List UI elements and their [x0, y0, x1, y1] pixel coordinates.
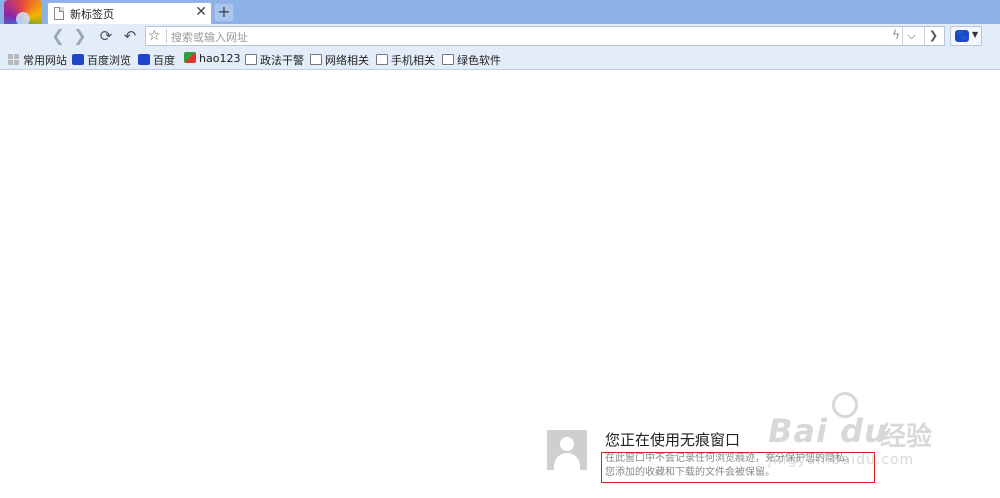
caret-down-icon: ▼ — [972, 30, 979, 39]
new-tab-button[interactable]: + — [214, 3, 234, 22]
undo-button[interactable]: ↶ — [120, 26, 140, 46]
bookmarks-bar: 常用网站 百度浏览 百度 hao123 政法干警 网络相关 手机相关 绿色软件 — [0, 48, 1000, 70]
incognito-title: 您正在使用无痕窗口 — [605, 431, 741, 449]
go-button[interactable]: ❯ — [924, 27, 942, 45]
grid-icon — [8, 54, 20, 65]
bookmark-item[interactable]: 常用网站 — [8, 52, 67, 67]
page-icon — [54, 7, 64, 20]
divider — [166, 29, 167, 43]
search-engine-selector[interactable]: 🐾 ▼ — [950, 26, 982, 46]
incognito-avatar-icon — [547, 430, 587, 470]
navigation-toolbar: ❮ ❯ ⟳ ↶ ☆ 搜索或输入网址 ϟ ⌵ ❯ 🐾 ▼ — [0, 24, 1000, 48]
hao123-icon — [184, 52, 196, 63]
back-button[interactable]: ❮ — [48, 26, 68, 46]
tab-title: 新标签页 — [70, 8, 114, 21]
baidu-paw-icon: 🐾 — [955, 30, 969, 42]
watermark-label: 经验 — [880, 422, 933, 452]
highlight-box — [601, 452, 875, 483]
title-bar: 新标签页 ✕ + — [0, 0, 1000, 38]
bookmark-folder[interactable]: 网络相关 — [310, 52, 369, 67]
baidu-paw-icon — [138, 54, 150, 65]
folder-icon — [442, 54, 454, 65]
folder-icon — [376, 54, 388, 65]
folder-icon — [245, 54, 257, 65]
address-input[interactable]: 搜索或输入网址 — [171, 29, 248, 45]
address-bar[interactable]: ☆ 搜索或输入网址 ϟ ⌵ ❯ — [145, 26, 945, 46]
star-icon[interactable]: ☆ — [148, 27, 161, 45]
forward-button[interactable]: ❯ — [70, 26, 90, 46]
bookmark-item[interactable]: 百度 — [138, 52, 175, 67]
bookmark-folder[interactable]: 绿色软件 — [442, 52, 501, 67]
folder-icon — [310, 54, 322, 65]
refresh-button[interactable]: ⟳ — [96, 26, 116, 46]
bookmark-item[interactable]: 百度浏览 — [72, 52, 131, 67]
tab-new-tab[interactable]: 新标签页 ✕ — [47, 2, 212, 24]
watermark-logo: Bai du — [768, 412, 888, 450]
bookmark-folder[interactable]: 手机相关 — [376, 52, 435, 67]
chevron-down-icon[interactable]: ⌵ — [902, 27, 920, 45]
bookmark-folder[interactable]: 政法干警 — [245, 52, 304, 67]
close-icon[interactable]: ✕ — [195, 4, 207, 20]
lightning-icon[interactable]: ϟ — [892, 28, 900, 42]
bookmark-item[interactable]: hao123 — [184, 52, 240, 66]
baidu-paw-icon — [72, 54, 84, 65]
